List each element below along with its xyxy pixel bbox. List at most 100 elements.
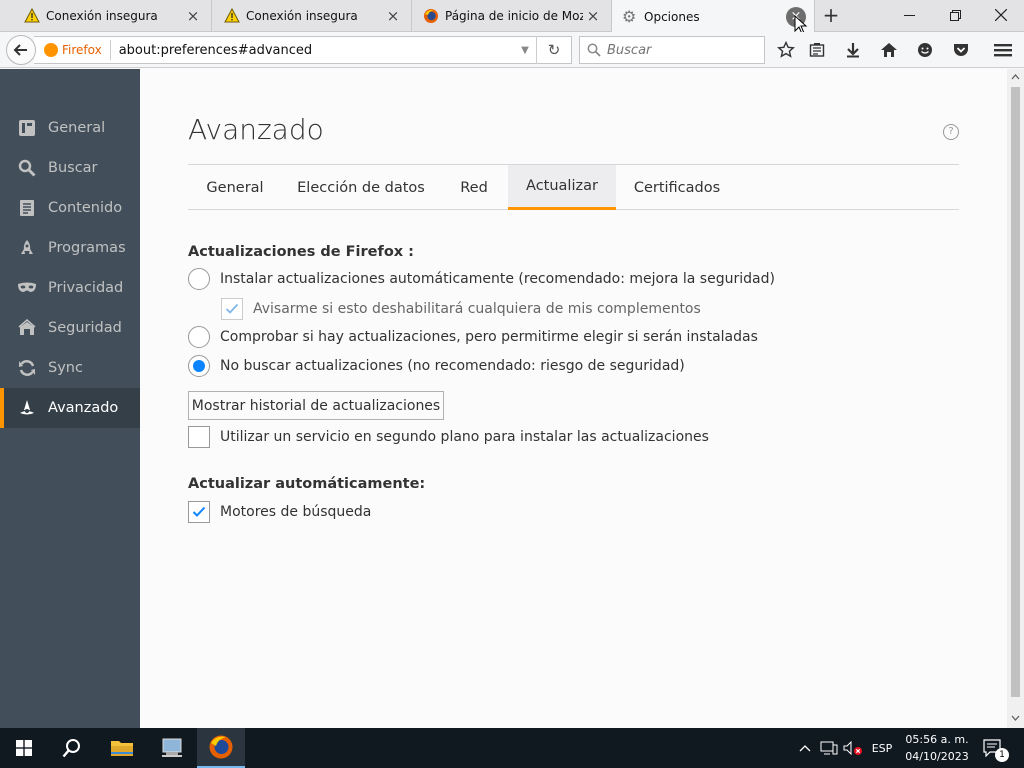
minimize-button[interactable] xyxy=(886,0,932,30)
hamburger-menu-icon xyxy=(994,44,1012,57)
bookmarks-list-icon xyxy=(809,43,825,57)
clock-date: 04/10/2023 xyxy=(905,750,969,763)
identity-box[interactable]: Firefox xyxy=(44,43,102,57)
checkbox-background-service[interactable]: Utilizar un servicio en segundo plano pa… xyxy=(188,426,709,448)
chevron-up-icon xyxy=(799,745,811,752)
radio-button[interactable] xyxy=(188,268,210,290)
tab-insecure-2[interactable]: Conexión insegura × xyxy=(212,0,412,32)
checkbox[interactable] xyxy=(221,298,243,320)
sidebar-item-sync[interactable]: Sync xyxy=(0,348,140,388)
applications-icon xyxy=(17,238,37,258)
scroll-down-icon[interactable] xyxy=(1011,714,1020,723)
scrollbar-thumb[interactable] xyxy=(1011,87,1020,697)
close-window-button[interactable] xyxy=(978,0,1024,30)
tab-title: Página de inicio de Moz... xyxy=(445,9,583,23)
home-button[interactable] xyxy=(876,38,902,62)
download-arrow-icon xyxy=(847,43,859,58)
radio-never-check[interactable]: No buscar actualizaciones (no recomendad… xyxy=(188,355,685,377)
sidebar-item-search[interactable]: Buscar xyxy=(0,148,140,188)
gear-icon: ⚙ xyxy=(622,6,637,26)
new-tab-button[interactable]: + xyxy=(818,4,844,28)
radio-button[interactable] xyxy=(188,326,210,348)
privacy-mask-icon xyxy=(17,278,37,298)
tab-options[interactable]: ⚙ Opciones × xyxy=(612,0,815,33)
home-icon xyxy=(881,43,897,57)
sidebar-item-label: Privacidad xyxy=(48,280,124,296)
url-bar[interactable]: Firefox about:preferences#advanced ▼ ↻ xyxy=(34,36,572,64)
taskbar-clock[interactable]: 05:56 a. m. 04/10/2023 xyxy=(902,731,972,765)
url-text[interactable]: about:preferences#advanced xyxy=(119,43,514,58)
advanced-icon xyxy=(17,398,37,418)
taskbar-firefox[interactable] xyxy=(197,728,245,768)
tab-insecure-1[interactable]: Conexión insegura × xyxy=(0,0,212,32)
vertical-scrollbar[interactable] xyxy=(1007,69,1024,728)
sidebar-item-general[interactable]: General xyxy=(0,108,140,148)
firefox-logo-icon xyxy=(44,43,58,57)
sidebar-item-security[interactable]: Seguridad xyxy=(0,308,140,348)
hello-button[interactable] xyxy=(912,38,938,62)
security-icon xyxy=(17,318,37,338)
windows-logo-icon xyxy=(16,740,32,756)
navigation-bar: Firefox about:preferences#advanced ▼ ↻ xyxy=(0,32,1024,68)
volume-tray-button[interactable] xyxy=(842,728,864,768)
url-separator xyxy=(109,40,111,60)
checkbox-search-engines[interactable]: Motores de búsqueda xyxy=(188,501,371,523)
back-arrow-icon xyxy=(13,44,27,56)
tab-close-button[interactable]: × xyxy=(383,6,403,26)
url-dropdown-icon[interactable]: ▼ xyxy=(514,45,536,56)
identity-label: Firefox xyxy=(62,43,102,57)
sidebar-item-label: Contenido xyxy=(48,200,123,216)
tab-close-button[interactable]: × xyxy=(583,6,603,26)
sidebar-item-label: General xyxy=(48,120,106,136)
tab-data-choices[interactable]: Elección de datos xyxy=(282,165,440,210)
network-tray-button[interactable] xyxy=(818,728,840,768)
input-language[interactable]: ESP xyxy=(866,728,898,768)
back-button[interactable] xyxy=(6,35,36,65)
taskbar-file-explorer[interactable] xyxy=(98,728,146,768)
tab-certificates[interactable]: Certificados xyxy=(616,165,738,210)
scroll-up-icon[interactable] xyxy=(1011,72,1020,81)
tab-strip: Conexión insegura × Conexión insegura × … xyxy=(0,0,1024,35)
show-update-history-button[interactable]: Mostrar historial de actualizaciones xyxy=(188,391,444,420)
radio-button[interactable] xyxy=(188,355,210,377)
help-button[interactable]: ? xyxy=(943,124,959,140)
radio-check-only[interactable]: Comprobar si hay actualizaciones, pero p… xyxy=(188,326,758,348)
close-icon xyxy=(995,9,1007,21)
reload-button[interactable]: ↻ xyxy=(537,41,571,59)
sidebar-item-advanced[interactable]: Avanzado xyxy=(0,388,140,428)
bookmark-star-button[interactable] xyxy=(773,38,799,62)
checkbox-label: Motores de búsqueda xyxy=(220,504,372,520)
radio-auto-install[interactable]: Instalar actualizaciones automáticamente… xyxy=(188,268,775,290)
tab-close-button[interactable]: × xyxy=(183,6,203,26)
sidebar-item-applications[interactable]: Programas xyxy=(0,228,140,268)
sidebar-item-content[interactable]: Contenido xyxy=(0,188,140,228)
bookmarks-list-button[interactable] xyxy=(804,38,830,62)
minimize-icon xyxy=(903,14,915,16)
tab-update[interactable]: Actualizar xyxy=(508,165,616,210)
tab-mozilla-home[interactable]: Página de inicio de Moz... × xyxy=(412,0,612,32)
clock-time: 05:56 a. m. xyxy=(905,733,969,746)
warning-icon xyxy=(224,8,240,23)
checkbox[interactable] xyxy=(188,501,210,523)
downloads-button[interactable] xyxy=(840,38,866,62)
action-center-button[interactable]: 1 xyxy=(980,728,1009,768)
restore-button[interactable] xyxy=(932,0,978,30)
page-title: Avanzado xyxy=(188,113,324,146)
search-box[interactable] xyxy=(579,36,765,64)
search-icon xyxy=(587,43,601,57)
sync-icon xyxy=(17,358,37,378)
checkbox-warn-addons[interactable]: Avisarme si esto deshabilitará cualquier… xyxy=(221,298,701,320)
taskbar-search-button[interactable] xyxy=(48,728,96,768)
pocket-button[interactable] xyxy=(948,38,974,62)
search-input[interactable] xyxy=(607,42,757,58)
tab-network[interactable]: Red xyxy=(440,165,508,210)
sidebar-item-privacy[interactable]: Privacidad xyxy=(0,268,140,308)
taskbar-control-panel[interactable] xyxy=(148,728,196,768)
star-icon xyxy=(777,41,795,58)
tab-general[interactable]: General xyxy=(188,165,282,210)
checkbox[interactable] xyxy=(188,426,210,448)
show-hidden-icons-button[interactable] xyxy=(795,728,815,768)
start-button[interactable] xyxy=(0,728,48,768)
restore-icon xyxy=(949,9,961,21)
menu-button[interactable] xyxy=(990,38,1016,62)
